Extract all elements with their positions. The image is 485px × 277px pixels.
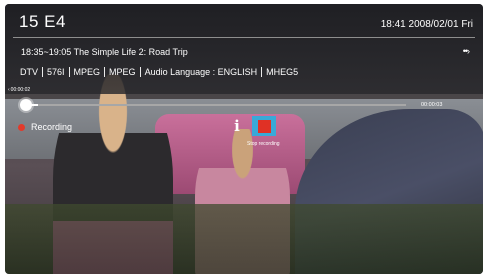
recording-label: Recording (31, 122, 73, 132)
info-icon[interactable]: i (231, 117, 243, 135)
chevron-left-icon: ‹ (8, 87, 10, 93)
info-dtv: DTV (20, 67, 38, 77)
date-time: 18:41 2008/02/01 Fri (380, 19, 473, 30)
separator (104, 67, 106, 77)
tv-screen: 15 E4 18:41 2008/02/01 Fri 18:35~19:05 T… (5, 4, 483, 274)
end-time: 00:00:03 (421, 102, 443, 108)
channel-label: 15 E4 (19, 12, 66, 31)
divider (13, 37, 475, 38)
separator (261, 67, 263, 77)
info-video-codec: MPEG (73, 67, 101, 77)
progress-handle[interactable] (20, 99, 32, 111)
stream-info: DTV 576I MPEG MPEG Audio Language : ENGL… (20, 67, 298, 77)
record-dot-icon (18, 123, 25, 131)
separator (68, 67, 70, 77)
info-mheg: MHEG5 (266, 67, 299, 77)
recording-indicator: Recording (18, 122, 72, 132)
info-audio-language: Audio Language : ENGLISH (144, 67, 258, 77)
info-resolution: 576I (47, 67, 65, 77)
foreground (5, 204, 483, 274)
separator (139, 67, 141, 77)
stop-recording-label: Stop recording (247, 141, 280, 147)
program-title: 18:35~19:05 The Simple Life 2: Road Trip (21, 47, 188, 57)
start-time: ‹ 00:00:02 (8, 87, 30, 93)
start-time-value: 00:00:02 (10, 87, 31, 93)
more-arrow-icon[interactable]: ••› (463, 46, 470, 56)
stop-icon (257, 119, 271, 133)
progress-bar[interactable] (30, 104, 406, 106)
stop-recording-button[interactable] (252, 116, 276, 136)
separator (42, 67, 43, 77)
info-audio-codec: MPEG (109, 67, 136, 77)
